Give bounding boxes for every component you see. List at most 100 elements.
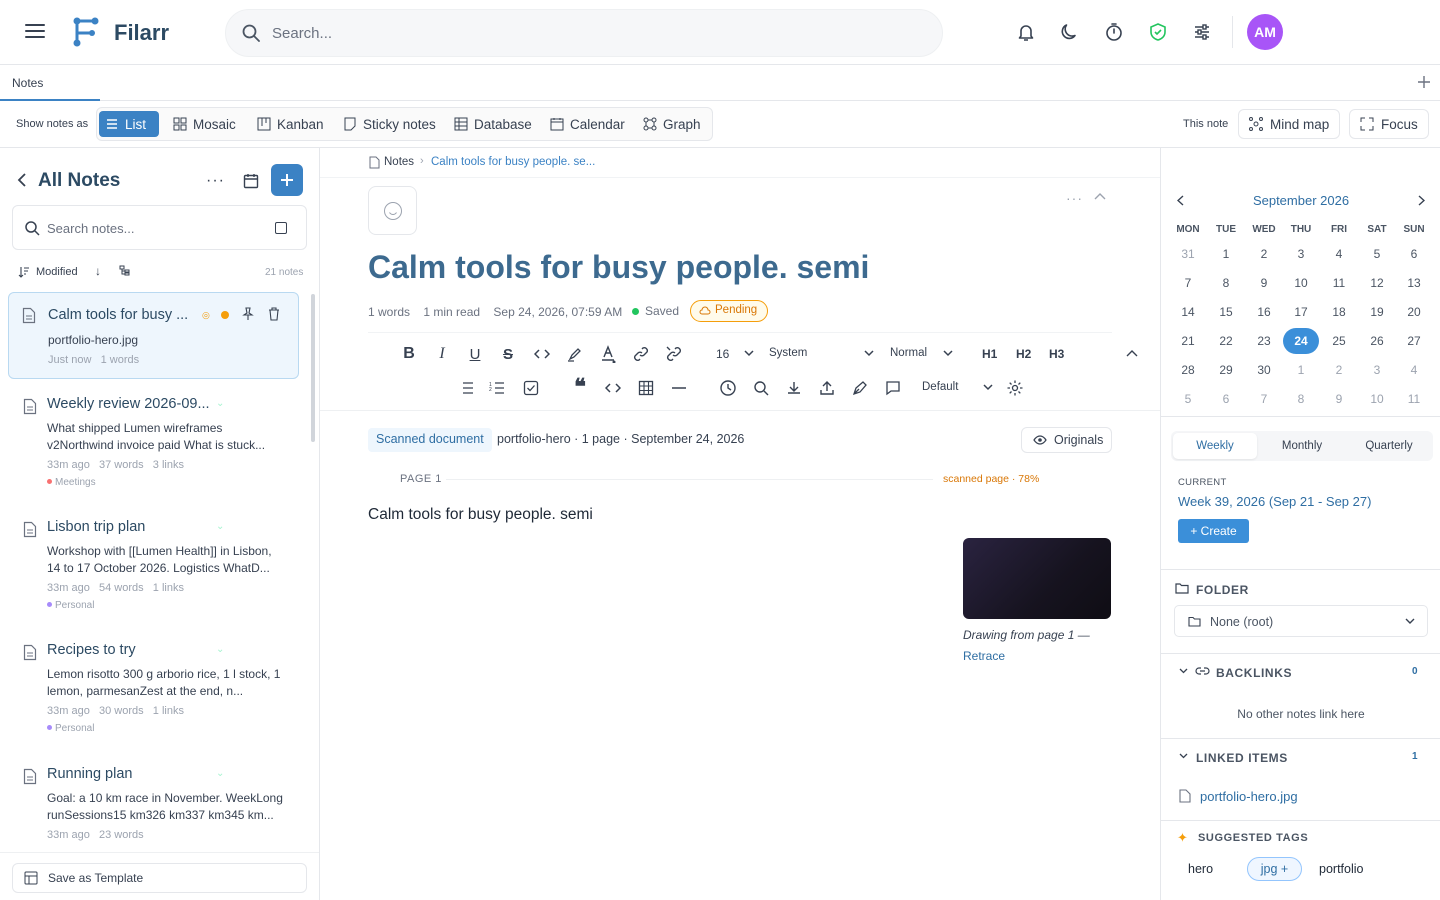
notes-search-input[interactable]: Search notes... <box>12 205 307 250</box>
pin-icon[interactable] <box>242 307 254 321</box>
suggested-tag[interactable]: hero <box>1188 862 1213 876</box>
note-item[interactable]: Running plan ⌄ Goal: a 10 km race in Nov… <box>8 758 299 858</box>
calendar-day[interactable]: 9 <box>1324 392 1354 406</box>
next-month-icon[interactable] <box>1418 195 1425 206</box>
collapse-chevron-icon[interactable] <box>1094 192 1106 200</box>
tab-notes[interactable]: Notes <box>0 65 100 101</box>
sort-direction-icon[interactable]: ↓ <box>95 264 101 278</box>
sort-label[interactable]: Modified <box>36 266 78 278</box>
emoji-picker-button[interactable] <box>368 186 417 235</box>
breadcrumb-root[interactable]: Notes <box>384 156 414 168</box>
bell-icon[interactable] <box>1016 22 1036 42</box>
breadcrumb-current[interactable]: Calm tools for busy people. se... <box>431 156 595 168</box>
calendar-day[interactable]: 31 <box>1173 247 1203 261</box>
block-style-select[interactable]: Normal <box>881 343 959 365</box>
calendar-day[interactable]: 5 <box>1173 392 1203 406</box>
suggested-tag-add[interactable]: jpg + <box>1247 857 1302 881</box>
settings-button[interactable] <box>1005 378 1025 398</box>
sort-icon[interactable] <box>18 266 30 278</box>
calendar-day[interactable]: 30 <box>1249 363 1279 377</box>
link-button[interactable] <box>631 344 651 364</box>
chevron-down-icon[interactable]: ⌄ <box>216 644 224 655</box>
calendar-day[interactable]: 10 <box>1362 392 1392 406</box>
history-button[interactable] <box>718 378 738 398</box>
note-title-heading[interactable]: Calm tools for busy people. semi <box>368 249 869 286</box>
calendar-day[interactable]: 2 <box>1324 363 1354 377</box>
heading-1-button[interactable]: H1 <box>982 347 997 361</box>
calendar-day[interactable]: 12 <box>1362 276 1392 290</box>
calendar-icon[interactable] <box>243 173 259 189</box>
calendar-day[interactable]: 3 <box>1362 363 1392 377</box>
calendar-day[interactable]: 3 <box>1286 247 1316 261</box>
more-options-icon[interactable]: ··· <box>1066 190 1083 206</box>
calendar-day[interactable]: 14 <box>1173 305 1203 319</box>
calendar-day[interactable]: 16 <box>1249 305 1279 319</box>
view-mosaic-button[interactable]: Mosaic <box>167 111 242 137</box>
calendar-day[interactable]: 20 <box>1399 305 1429 319</box>
note-item-selected[interactable]: Calm tools for busy ... ◎ portfolio-hero… <box>8 292 299 379</box>
chevron-down-icon[interactable]: ⌄ <box>216 521 224 532</box>
avatar[interactable]: AM <box>1247 14 1283 50</box>
share-button[interactable] <box>817 378 837 398</box>
heading-2-button[interactable]: H2 <box>1016 347 1031 361</box>
save-template-button[interactable]: Save as Template <box>12 863 307 893</box>
calendar-day[interactable]: 4 <box>1399 363 1429 377</box>
calendar-day[interactable]: 1 <box>1286 363 1316 377</box>
tab-weekly[interactable]: Weekly <box>1173 433 1257 459</box>
numbered-list-button[interactable]: 12 <box>488 378 506 398</box>
originals-button[interactable]: Originals <box>1021 427 1112 453</box>
calendar-day[interactable]: 7 <box>1173 276 1203 290</box>
strikethrough-button[interactable]: S <box>499 344 517 364</box>
chevron-down-icon[interactable] <box>1179 668 1188 674</box>
calendar-day[interactable]: 21 <box>1173 334 1203 348</box>
inline-code-button[interactable] <box>532 344 552 364</box>
calendar-day[interactable]: 5 <box>1362 247 1392 261</box>
bold-button[interactable]: B <box>400 344 418 364</box>
calendar-day[interactable]: 19 <box>1362 305 1392 319</box>
chevron-down-icon[interactable]: ⌄ <box>216 768 224 779</box>
calendar-day[interactable]: 8 <box>1211 276 1241 290</box>
calendar-day[interactable]: 6 <box>1399 247 1429 261</box>
comment-button[interactable] <box>883 378 903 398</box>
calendar-day[interactable]: 27 <box>1399 334 1429 348</box>
tab-quarterly[interactable]: Quarterly <box>1347 433 1431 459</box>
calendar-day[interactable]: 26 <box>1362 334 1392 348</box>
checklist-button[interactable] <box>522 378 540 398</box>
view-kanban-button[interactable]: Kanban <box>251 111 330 137</box>
calendar-day[interactable]: 6 <box>1211 392 1241 406</box>
quote-button[interactable]: ❝ <box>570 374 590 399</box>
calendar-day[interactable]: 17 <box>1286 305 1316 319</box>
note-body-text[interactable]: Calm tools for busy people. semi <box>368 506 593 524</box>
sliders-icon[interactable] <box>1192 22 1212 42</box>
underline-button[interactable]: U <box>466 344 484 364</box>
calendar-day[interactable]: 11 <box>1399 392 1429 406</box>
note-item[interactable]: Recipes to try ⌄ Lemon risotto 300 g arb… <box>8 634 299 744</box>
calendar-day[interactable]: 4 <box>1324 247 1354 261</box>
chevron-down-icon[interactable] <box>1179 753 1188 759</box>
view-database-button[interactable]: Database <box>448 111 538 137</box>
trash-icon[interactable] <box>268 307 280 321</box>
note-item[interactable]: Weekly review 2026-09... ⌄ What shipped … <box>8 388 299 498</box>
calendar-day[interactable]: 18 <box>1324 305 1354 319</box>
table-button[interactable] <box>636 378 656 398</box>
text-color-button[interactable] <box>598 344 618 364</box>
calendar-day[interactable]: 7 <box>1249 392 1279 406</box>
view-sticky-button[interactable]: Sticky notes <box>337 111 442 137</box>
retrace-link[interactable]: Retrace <box>963 649 1005 663</box>
calendar-day[interactable]: 13 <box>1399 276 1429 290</box>
select-checkbox[interactable] <box>275 222 287 234</box>
download-button[interactable] <box>784 378 804 398</box>
view-calendar-button[interactable]: Calendar <box>544 111 631 137</box>
timer-icon[interactable] <box>1104 22 1124 42</box>
backlinks-label[interactable]: BACKLINKS <box>1216 666 1292 680</box>
horizontal-rule-button[interactable] <box>669 378 689 398</box>
new-note-button[interactable] <box>271 164 303 196</box>
draw-button[interactable] <box>850 378 870 398</box>
shield-check-icon[interactable] <box>1148 22 1168 42</box>
calendar-day[interactable]: 15 <box>1211 305 1241 319</box>
calendar-day[interactable]: 11 <box>1324 276 1354 290</box>
global-search[interactable]: Search... <box>225 9 943 57</box>
calendar-day[interactable]: 8 <box>1286 392 1316 406</box>
calendar-day-today[interactable]: 24 <box>1283 328 1319 354</box>
calendar-day[interactable]: 29 <box>1211 363 1241 377</box>
